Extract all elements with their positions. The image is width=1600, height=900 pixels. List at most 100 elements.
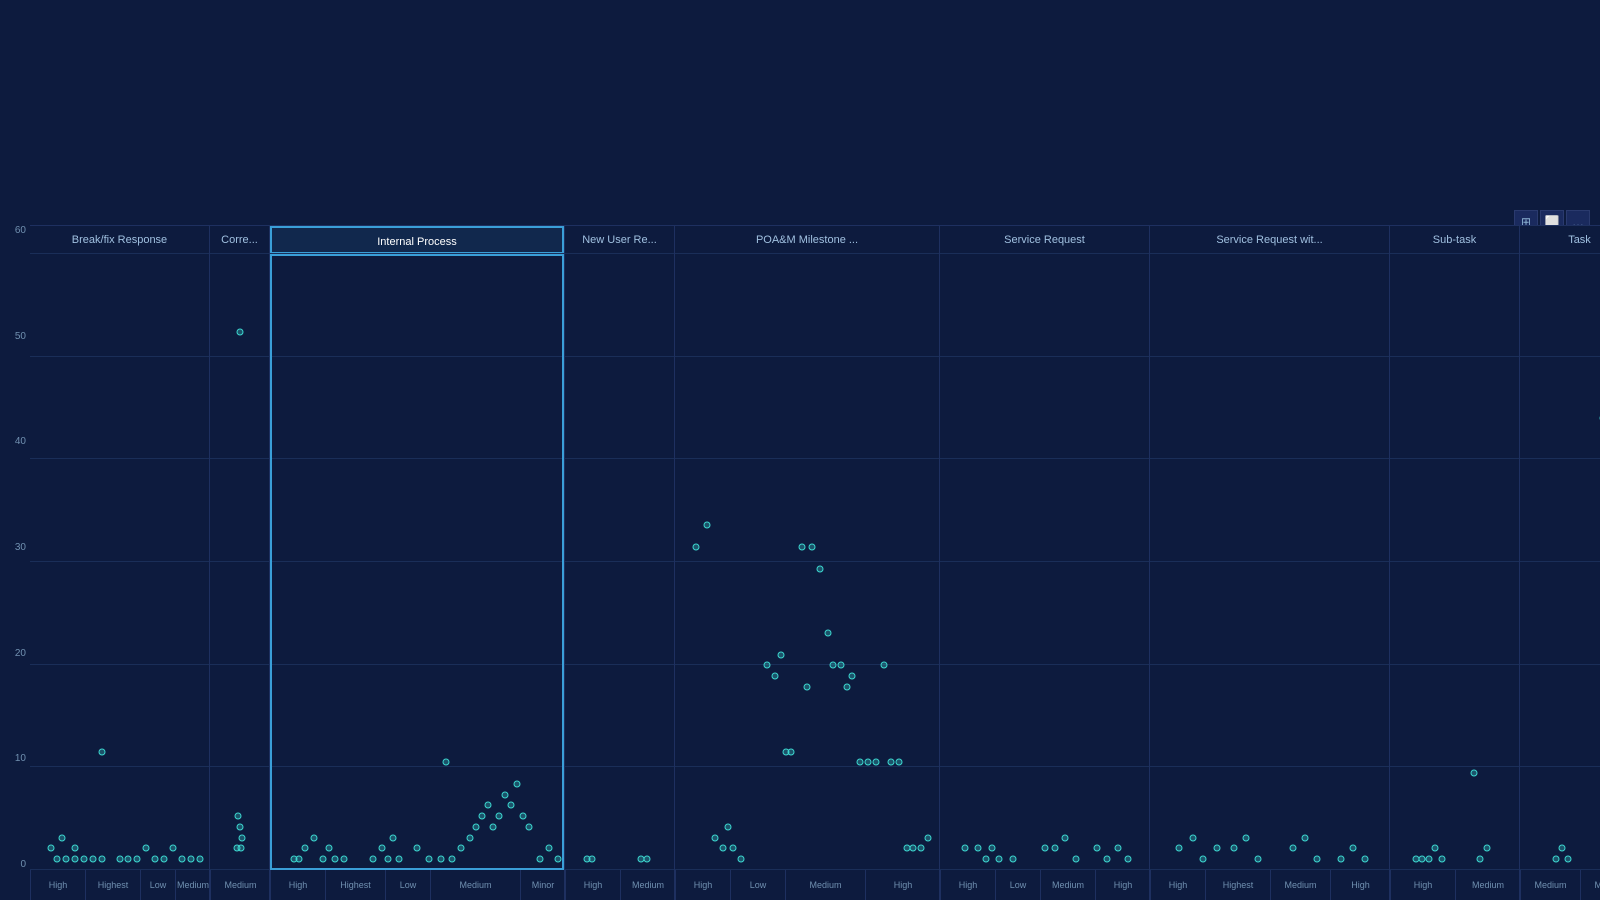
data-dot (872, 759, 879, 766)
grid-line (1390, 561, 1519, 562)
x-label: Low (140, 870, 175, 900)
data-dot (525, 823, 532, 830)
col-header-task[interactable]: Task (1520, 226, 1600, 254)
x-labels-row: HighHighestLowMediumMinor (270, 870, 564, 900)
chart-container: 0102030405060 Break/fix ResponseHighHigh… (0, 225, 1600, 900)
y-label: 50 (4, 331, 26, 342)
top-area: ⊞ ⬜ … (0, 0, 1600, 225)
grid-line (940, 458, 1149, 459)
data-dot (1438, 856, 1445, 863)
data-dot (1125, 856, 1132, 863)
col-body-internal-process: HighHighestLowMediumMinor (270, 254, 564, 900)
data-dot (513, 780, 520, 787)
x-label: Highest (1205, 870, 1270, 900)
data-dot (777, 651, 784, 658)
data-dot (197, 856, 204, 863)
data-dot (989, 845, 996, 852)
data-dot (1425, 856, 1432, 863)
data-dot (458, 845, 465, 852)
x-label: Medium (1520, 870, 1580, 900)
grid-line (940, 356, 1149, 357)
x-label: Low (730, 870, 785, 900)
data-dot (390, 834, 397, 841)
data-dot (414, 845, 421, 852)
data-dot (724, 823, 731, 830)
data-dot (236, 823, 243, 830)
x-label: Medium (785, 870, 865, 900)
col-header-service-request[interactable]: Service Request (940, 226, 1149, 254)
data-dot (98, 856, 105, 863)
col-header-sub-task[interactable]: Sub-task (1390, 226, 1519, 254)
data-dot (1558, 845, 1565, 852)
col-body-poam-milestone: HighLowMediumHigh (675, 254, 939, 900)
data-dot (290, 856, 297, 863)
data-dot (369, 856, 376, 863)
data-dot (53, 856, 60, 863)
data-dot (711, 834, 718, 841)
columns-area: Break/fix ResponseHighHighestLowMediumCo… (30, 225, 1600, 900)
data-dot (98, 748, 105, 755)
x-label: High (1330, 870, 1390, 900)
data-dot (396, 856, 403, 863)
col-group: Service Request wit...HighHighestMediumH… (1150, 226, 1390, 900)
data-dot (466, 834, 473, 841)
data-dot (437, 856, 444, 863)
grid-line (1150, 356, 1389, 357)
data-dot (1432, 845, 1439, 852)
grid-line (30, 356, 209, 357)
data-dot (508, 802, 515, 809)
grid-line (1150, 664, 1389, 665)
col-body-service-request: HighLowMediumHigh (940, 254, 1149, 900)
grid-line (565, 561, 674, 562)
data-dot (738, 856, 745, 863)
col-header-new-user-req[interactable]: New User Re... (565, 226, 674, 254)
data-dot (170, 845, 177, 852)
grid-line (210, 664, 269, 665)
data-dot (179, 856, 186, 863)
col-header-break-fix[interactable]: Break/fix Response (30, 226, 209, 254)
data-dot (71, 845, 78, 852)
data-dot (1199, 856, 1206, 863)
col-body-break-fix: HighHighestLowMedium (30, 254, 209, 900)
x-label: High (30, 870, 85, 900)
data-dot (848, 673, 855, 680)
data-dot (719, 845, 726, 852)
x-label: Low (385, 870, 430, 900)
grid-line (1390, 664, 1519, 665)
data-dot (730, 845, 737, 852)
data-dot (1010, 856, 1017, 863)
grid-line (565, 356, 674, 357)
grid-line (210, 253, 269, 254)
col-header-internal-process[interactable]: Internal Process (270, 226, 564, 254)
data-dot (152, 856, 159, 863)
data-dot (995, 856, 1002, 863)
grid-line (675, 561, 939, 562)
data-dot (1213, 845, 1220, 852)
grid-line (1150, 766, 1389, 767)
data-dot (62, 856, 69, 863)
grid-line (270, 356, 564, 357)
x-labels-row: HighLowMediumHigh (940, 870, 1149, 900)
grid-line (1520, 253, 1600, 254)
col-header-poam-milestone[interactable]: POA&M Milestone ... (675, 226, 939, 254)
col-body-new-user-req: HighMedium (565, 254, 674, 900)
grid-line (1390, 253, 1519, 254)
data-dot (235, 813, 242, 820)
data-dot (817, 565, 824, 572)
x-label: High (1095, 870, 1150, 900)
col-header-service-request-wit[interactable]: Service Request wit... (1150, 226, 1389, 254)
data-dot (325, 845, 332, 852)
data-dot (1242, 834, 1249, 841)
col-header-corre[interactable]: Corre... (210, 226, 269, 254)
data-dot (1230, 845, 1237, 852)
grid-line (1520, 458, 1600, 459)
x-labels-row: HighLowMediumHigh (675, 870, 939, 900)
data-dot (643, 856, 650, 863)
data-dot (1338, 856, 1345, 863)
grid-line (940, 253, 1149, 254)
data-dot (1254, 856, 1261, 863)
grid-line (270, 766, 564, 767)
x-labels-row: HighHighestMediumHigh (1150, 870, 1389, 900)
x-label: Highest (325, 870, 385, 900)
grid-line (1520, 356, 1600, 357)
